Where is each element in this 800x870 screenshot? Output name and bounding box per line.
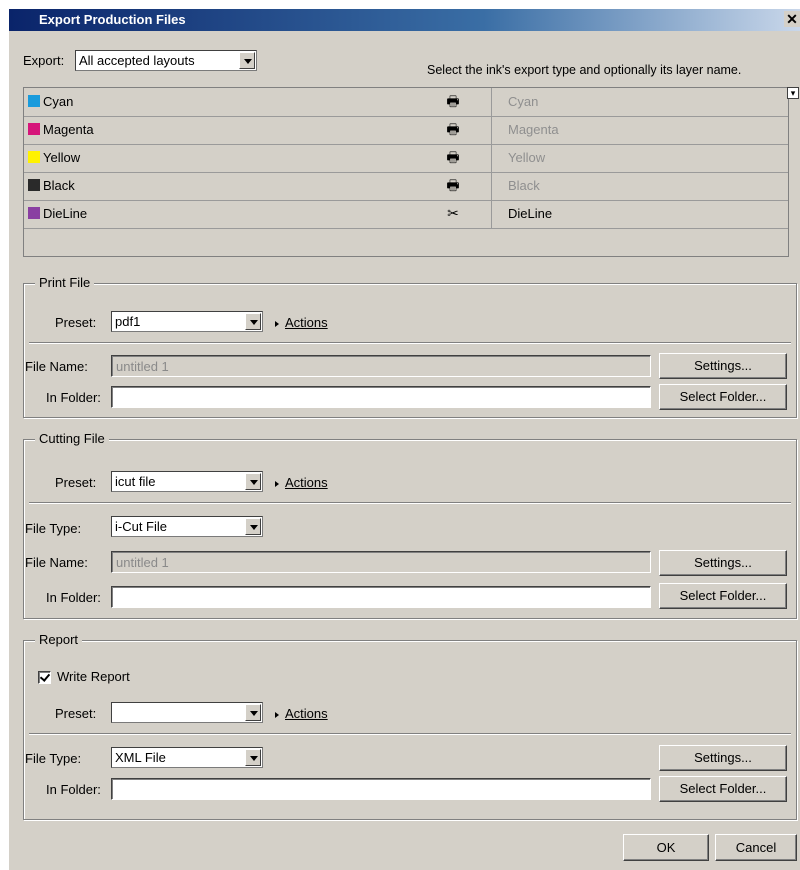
report-settings-button[interactable]: Settings... xyxy=(659,745,787,771)
export-select[interactable]: All accepted layouts xyxy=(75,50,257,71)
cutting-file-name-label: File Name: xyxy=(25,555,88,570)
cutting-select-folder-button[interactable]: Select Folder... xyxy=(659,583,787,609)
cutting-file-type-label: File Type: xyxy=(25,521,82,536)
title-bar: Export Production Files ✕ xyxy=(9,9,800,31)
ink-table: Cyan 🖶 Cyan Magenta 🖶 Magenta Yellow 🖶 Y… xyxy=(23,87,789,257)
ink-layer-name[interactable]: DieLine xyxy=(508,206,552,221)
cutting-actions-link[interactable]: Actions xyxy=(275,475,328,490)
export-production-files-dialog: Export Production Files ✕ Export: All ac… xyxy=(9,9,800,870)
cutting-file-name-value: untitled 1 xyxy=(116,555,169,570)
cutting-preset-select[interactable]: icut file xyxy=(111,471,263,492)
window-title: Export Production Files xyxy=(39,12,186,27)
chevron-down-icon[interactable] xyxy=(245,473,261,490)
report-legend: Report xyxy=(35,632,83,647)
report-select-folder-button[interactable]: Select Folder... xyxy=(659,776,787,802)
report-file-type-value: XML File xyxy=(115,750,166,765)
print-file-name-value: untitled 1 xyxy=(116,359,169,374)
print-separator xyxy=(29,342,791,344)
cutting-preset-value: icut file xyxy=(115,474,156,489)
report-actions-link[interactable]: Actions xyxy=(275,706,328,721)
ink-name: Black xyxy=(43,178,75,193)
ok-button[interactable]: OK xyxy=(623,834,709,861)
chevron-down-icon[interactable] xyxy=(239,52,255,69)
report-folder-label: In Folder: xyxy=(46,782,101,797)
print-folder-label: In Folder: xyxy=(46,390,101,405)
cutting-file-legend: Cutting File xyxy=(35,431,109,446)
ink-layer-name[interactable]: Black xyxy=(508,178,540,193)
print-preset-select[interactable]: pdf1 xyxy=(111,311,263,332)
printer-icon[interactable]: 🖶 xyxy=(445,121,461,137)
cut-icon[interactable]: ✂ xyxy=(445,205,461,221)
triangle-right-icon xyxy=(275,711,279,718)
report-file-type-label: File Type: xyxy=(25,751,82,766)
column-divider xyxy=(491,116,492,144)
ink-row-dieline[interactable]: DieLine ✂ DieLine xyxy=(24,200,788,229)
column-divider xyxy=(491,200,492,228)
ink-row-magenta[interactable]: Magenta 🖶 Magenta xyxy=(24,116,788,145)
report-file-type-select[interactable]: XML File xyxy=(111,747,263,768)
column-divider xyxy=(491,88,492,116)
pin-icon[interactable]: ▾ xyxy=(787,87,799,99)
chevron-down-icon[interactable] xyxy=(245,704,261,721)
export-select-value: All accepted layouts xyxy=(79,53,195,68)
cutting-file-name-input[interactable]: untitled 1 xyxy=(111,551,651,573)
column-divider xyxy=(491,144,492,172)
report-folder-input[interactable] xyxy=(111,778,651,800)
cutting-separator xyxy=(29,502,791,504)
ink-swatch xyxy=(28,123,40,135)
ink-layer-name[interactable]: Cyan xyxy=(508,94,538,109)
triangle-right-icon xyxy=(275,480,279,487)
report-preset-label: Preset: xyxy=(55,706,97,721)
print-file-name-label: File Name: xyxy=(25,359,88,374)
ink-name: Cyan xyxy=(43,94,74,109)
report-actions-label: Actions xyxy=(285,706,328,721)
ink-swatch xyxy=(28,207,40,219)
ink-swatch xyxy=(28,151,40,163)
cutting-actions-label: Actions xyxy=(285,475,328,490)
printer-icon[interactable]: 🖶 xyxy=(445,177,461,193)
print-folder-input[interactable] xyxy=(111,386,651,408)
ink-swatch xyxy=(28,179,40,191)
print-file-legend: Print File xyxy=(35,275,95,290)
print-actions-label: Actions xyxy=(285,315,328,330)
triangle-right-icon xyxy=(275,320,279,327)
printer-icon[interactable]: 🖶 xyxy=(445,93,461,109)
write-report-checkbox[interactable] xyxy=(38,671,51,684)
printer-icon[interactable]: 🖶 xyxy=(445,149,461,165)
cutting-folder-input[interactable] xyxy=(111,586,651,608)
export-hint: Select the ink's export type and optiona… xyxy=(427,63,742,77)
column-divider xyxy=(491,172,492,200)
print-settings-button[interactable]: Settings... xyxy=(659,353,787,379)
cutting-folder-label: In Folder: xyxy=(46,590,101,605)
ink-layer-name[interactable]: Magenta xyxy=(508,122,559,137)
ink-layer-name[interactable]: Yellow xyxy=(508,150,545,165)
cutting-settings-button[interactable]: Settings... xyxy=(659,550,787,576)
ink-name: Magenta xyxy=(43,122,94,137)
print-file-name-input[interactable]: untitled 1 xyxy=(111,355,651,377)
print-preset-value: pdf1 xyxy=(115,314,141,329)
close-icon[interactable]: ✕ xyxy=(784,11,800,27)
cancel-button[interactable]: Cancel xyxy=(715,834,797,861)
ink-row-cyan[interactable]: Cyan 🖶 Cyan xyxy=(24,88,788,117)
chevron-down-icon[interactable] xyxy=(245,518,261,535)
chevron-down-icon[interactable] xyxy=(245,749,261,766)
export-label: Export: xyxy=(23,53,65,68)
chevron-down-icon[interactable] xyxy=(245,313,261,330)
write-report-label[interactable]: Write Report xyxy=(57,669,130,684)
ink-row-yellow[interactable]: Yellow 🖶 Yellow xyxy=(24,144,788,173)
print-actions-link[interactable]: Actions xyxy=(275,315,328,330)
ink-name: Yellow xyxy=(43,150,81,165)
print-select-folder-button[interactable]: Select Folder... xyxy=(659,384,787,410)
cutting-file-type-value: i-Cut File xyxy=(115,519,168,534)
ink-row-black[interactable]: Black 🖶 Black xyxy=(24,172,788,201)
cutting-file-type-select[interactable]: i-Cut File xyxy=(111,516,263,537)
report-preset-select[interactable] xyxy=(111,702,263,723)
report-separator xyxy=(29,733,791,735)
ink-name: DieLine xyxy=(43,206,88,221)
ink-swatch xyxy=(28,95,40,107)
cutting-preset-label: Preset: xyxy=(55,475,97,490)
print-preset-label: Preset: xyxy=(55,315,97,330)
